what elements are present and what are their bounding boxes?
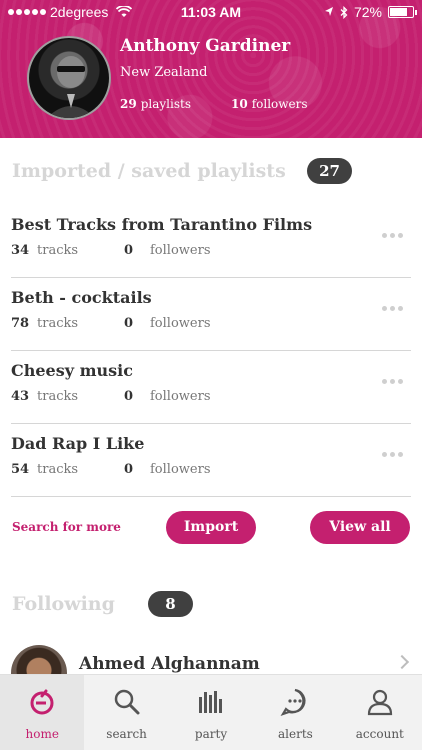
- following-name: Ahmed Alghannam: [79, 654, 260, 674]
- alerts-icon: [280, 688, 306, 716]
- tab-bar: home search party alerts account: [0, 674, 422, 750]
- profile-header: 2degrees 11:03 AM 72% Anthony Gardiner N…: [0, 0, 422, 138]
- track-count: 43: [11, 389, 30, 404]
- track-count: 78: [11, 316, 30, 331]
- playlist-row[interactable]: Dad Rap I Like 54 tracks 0 followers: [11, 424, 411, 497]
- tracks-label: tracks: [37, 389, 79, 404]
- more-options-icon[interactable]: [381, 450, 403, 458]
- tab-alerts-label: alerts: [278, 727, 313, 741]
- account-icon: [367, 689, 392, 716]
- playlist-row[interactable]: Cheesy music 43 tracks 0 followers: [11, 351, 411, 424]
- following-row[interactable]: Ahmed Alghannam: [11, 645, 411, 701]
- view-all-button[interactable]: View all: [310, 511, 410, 544]
- home-icon: [30, 689, 54, 715]
- track-count: 34: [11, 243, 30, 258]
- profile-location: New Zealand: [120, 65, 208, 80]
- battery-percent: 72%: [353, 4, 382, 20]
- chevron-right-icon: [394, 654, 410, 670]
- followers-label: followers: [150, 389, 211, 404]
- tracks-label: tracks: [37, 243, 79, 258]
- playlist-row[interactable]: Best Tracks from Tarantino Films 34 trac…: [11, 205, 411, 278]
- follower-count: 0: [124, 243, 134, 258]
- imported-count-badge: 27: [307, 158, 352, 184]
- location-icon: [324, 7, 333, 16]
- tab-alerts[interactable]: alerts: [253, 675, 337, 750]
- import-button[interactable]: Import: [166, 511, 256, 544]
- tab-account[interactable]: account: [338, 675, 422, 750]
- bluetooth-icon: [340, 5, 348, 19]
- search-icon: [114, 689, 140, 715]
- imported-section-title: Imported / saved playlists: [12, 160, 286, 182]
- playlist-title: Beth - cocktails: [11, 288, 152, 307]
- profile-name: Anthony Gardiner: [120, 36, 291, 56]
- tab-party-label: party: [194, 727, 228, 741]
- status-right: 72%: [324, 4, 417, 20]
- tab-account-label: account: [355, 727, 404, 741]
- playlists-count: 29: [120, 97, 137, 111]
- playlist-title: Cheesy music: [11, 361, 133, 380]
- more-options-icon[interactable]: [381, 304, 403, 312]
- tab-search[interactable]: search: [84, 675, 168, 750]
- search-more-link[interactable]: Search for more: [12, 520, 121, 534]
- playlists-label: playlists: [140, 97, 191, 111]
- followers-stat[interactable]: 10 followers: [231, 97, 308, 111]
- follower-count: 0: [124, 389, 134, 404]
- following-section-title: Following: [12, 593, 115, 615]
- more-options-icon[interactable]: [381, 377, 403, 385]
- follower-count: 0: [124, 316, 134, 331]
- playlist-title: Best Tracks from Tarantino Films: [11, 215, 313, 234]
- tab-home[interactable]: home: [0, 675, 85, 750]
- follower-count: 0: [124, 462, 134, 477]
- tab-search-label: search: [106, 727, 147, 741]
- status-bar: 2degrees 11:03 AM 72%: [0, 0, 422, 24]
- followers-label: followers: [150, 316, 211, 331]
- more-options-icon[interactable]: [381, 231, 403, 239]
- playlist-row[interactable]: Beth - cocktails 78 tracks 0 followers: [11, 278, 411, 351]
- followers-label: followers: [150, 243, 211, 258]
- followers-count: 10: [230, 97, 248, 111]
- tracks-label: tracks: [37, 316, 79, 331]
- battery-icon: [388, 6, 417, 18]
- playlists-stat[interactable]: 29 playlists: [120, 97, 191, 111]
- profile-avatar[interactable]: [27, 36, 111, 120]
- followers-label: followers: [150, 462, 211, 477]
- followers-label: followers: [251, 97, 308, 111]
- party-icon: [199, 691, 223, 713]
- profile-stats: 29 playlists 10 followers: [120, 97, 308, 111]
- following-count-badge: 8: [148, 591, 193, 617]
- tab-home-label: home: [25, 727, 59, 741]
- tab-party[interactable]: party: [169, 675, 253, 750]
- playlist-title: Dad Rap I Like: [11, 434, 145, 453]
- tracks-label: tracks: [37, 462, 79, 477]
- track-count: 54: [11, 462, 30, 477]
